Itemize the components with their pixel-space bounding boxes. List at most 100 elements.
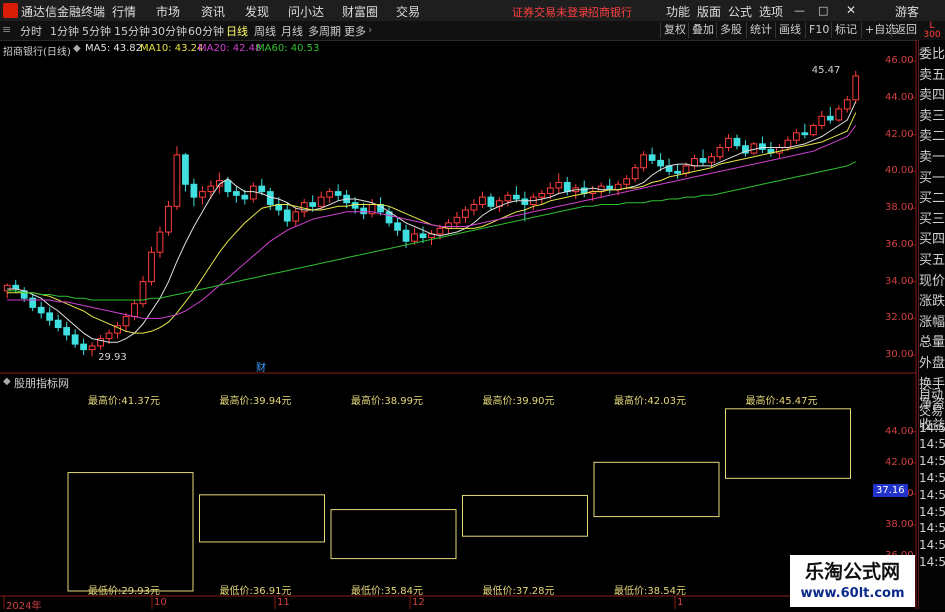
period-5min[interactable]: 5分钟: [82, 23, 111, 39]
candle-body: [563, 181, 571, 193]
candle-body: [258, 185, 266, 193]
x-tick-label: 2024年: [6, 601, 42, 612]
sidebar-trade-row[interactable]: 自动: [919, 386, 945, 402]
sidebar-badge[interactable]: L 300: [920, 22, 944, 40]
box-low-label: 最低价:37.28元: [482, 586, 555, 597]
price-range-box: [67, 472, 194, 592]
sidebar-trade-row[interactable]: 14:56: [919, 420, 945, 436]
period-multi[interactable]: 多周期: [308, 23, 341, 39]
period-60min[interactable]: 60分钟: [188, 23, 224, 39]
period-more[interactable]: 更多: [344, 23, 366, 39]
candle-body: [88, 345, 96, 351]
tool-fuquan[interactable]: 复权: [660, 22, 689, 38]
y-tick-sub: 44.00: [885, 425, 914, 437]
more-chevron-icon[interactable]: ›: [368, 23, 372, 36]
candle-body: [224, 180, 232, 193]
kline-chart[interactable]: [0, 40, 918, 609]
sidebar-trade-row[interactable]: 14:56: [919, 537, 945, 553]
candle-body: [674, 170, 681, 174]
tool-diejia[interactable]: 叠加: [688, 22, 717, 38]
sidebar-field[interactable]: 买三: [919, 209, 945, 230]
period-monthly[interactable]: 月线: [281, 23, 303, 39]
candle-body: [122, 316, 130, 327]
sidebar-field[interactable]: 卖一: [919, 147, 945, 168]
tool-biaoji[interactable]: 标记: [831, 22, 860, 38]
tool-back[interactable]: 返回: [891, 22, 920, 38]
sidebar-trade-row[interactable]: 14:56: [919, 504, 945, 520]
sidebar-field[interactable]: 涨跌: [919, 291, 945, 312]
sidebar-field[interactable]: 涨幅: [919, 312, 945, 333]
sidebar-trade-row[interactable]: 14:56: [919, 470, 945, 486]
menu-gongshi[interactable]: 公式: [728, 3, 752, 20]
period-weekly[interactable]: 周线: [254, 23, 276, 39]
menu-gongneng[interactable]: 功能: [666, 3, 690, 20]
close-icon[interactable]: ✕: [846, 3, 856, 17]
sidebar-trade-row[interactable]: 14:56: [919, 436, 945, 452]
candle-body: [640, 154, 648, 169]
sidebar-field[interactable]: 委比: [919, 44, 945, 65]
candle-body: [462, 209, 469, 218]
sidebar-trade-row[interactable]: 14:56: [919, 554, 945, 570]
menu-wenxiaoda[interactable]: 问小达: [288, 3, 324, 20]
candle-body: [835, 108, 843, 121]
menu-zixun[interactable]: 资讯: [201, 3, 225, 20]
candle-body: [470, 203, 478, 211]
x-tick-label: 12: [412, 597, 425, 608]
tool-tongji[interactable]: 统计: [746, 22, 775, 38]
period-30min[interactable]: 30分钟: [151, 23, 187, 39]
menu-faxian[interactable]: 发现: [245, 3, 269, 20]
menu-shichang[interactable]: 市场: [156, 3, 180, 20]
minimize-icon[interactable]: —: [794, 4, 805, 17]
candle-body: [453, 216, 461, 224]
menu-hangqing[interactable]: 行情: [112, 3, 136, 20]
sidebar-field[interactable]: 买五: [919, 250, 945, 271]
sidebar-field[interactable]: 买一: [919, 168, 945, 189]
candle-body: [207, 185, 215, 193]
candle-body: [606, 185, 614, 191]
tool-f10[interactable]: F10: [805, 22, 832, 38]
box-high-label: 最高价:45.47元: [745, 396, 818, 407]
watermark-title: 乐淘公式网: [804, 561, 900, 583]
current-stock: 招商银行: [588, 6, 632, 19]
login-status[interactable]: 证券交易未登录: [512, 4, 589, 20]
sidebar-trade-row[interactable]: 14:56: [919, 453, 945, 469]
price-range-box: [199, 494, 325, 543]
menu-caifuquan[interactable]: 财富圈: [342, 3, 378, 20]
sidebar-field[interactable]: 卖四: [919, 85, 945, 106]
price-range-box: [330, 509, 457, 560]
menu-banmian[interactable]: 版面: [697, 3, 721, 20]
period-15min[interactable]: 15分钟: [114, 23, 150, 39]
sidebar-trade-row[interactable]: 14:56: [919, 487, 945, 503]
period-daily[interactable]: 日线: [226, 23, 248, 39]
candle-body: [826, 115, 834, 121]
sidebar-field[interactable]: 卖三: [919, 106, 945, 127]
toolbar-menu-icon[interactable]: ≡: [2, 23, 11, 36]
indicator-settings-icon[interactable]: ◆: [3, 376, 11, 387]
candle-body: [504, 194, 512, 202]
maximize-icon[interactable]: □: [818, 4, 828, 17]
candle-body: [309, 202, 317, 207]
candle-body: [725, 137, 732, 149]
sidebar-field[interactable]: 卖五: [919, 65, 945, 86]
sidebar-field[interactable]: 外盘: [919, 353, 945, 374]
sidebar-trade-row[interactable]: 14:56: [919, 520, 945, 536]
candle-body: [54, 319, 62, 329]
menu-xuanxiang[interactable]: 选项: [759, 3, 783, 20]
sidebar-field[interactable]: 买二: [919, 188, 945, 209]
period-fenshi[interactable]: 分时: [20, 23, 42, 39]
period-1min[interactable]: 1分钟: [50, 23, 79, 39]
sidebar-field[interactable]: 卖二: [919, 126, 945, 147]
tool-huaxian[interactable]: 画线: [775, 22, 804, 38]
box-high-label: 最高价:41.37元: [88, 396, 160, 407]
guest-label[interactable]: 游客: [895, 3, 919, 20]
candle-body: [546, 187, 554, 194]
menu-jiaoyi[interactable]: 交易: [396, 3, 420, 20]
tool-duogu[interactable]: 多股: [716, 22, 745, 38]
box-high-label: 最高价:42.03元: [614, 396, 686, 407]
sidebar-trade-row[interactable]: 交易: [919, 403, 945, 419]
sidebar-field[interactable]: 总量: [919, 332, 945, 353]
y-tick-main: 44.00: [885, 91, 914, 103]
finance-marker[interactable]: 财: [256, 359, 266, 374]
sidebar-field[interactable]: 买四: [919, 229, 945, 250]
sidebar-field[interactable]: 现价: [919, 271, 945, 292]
